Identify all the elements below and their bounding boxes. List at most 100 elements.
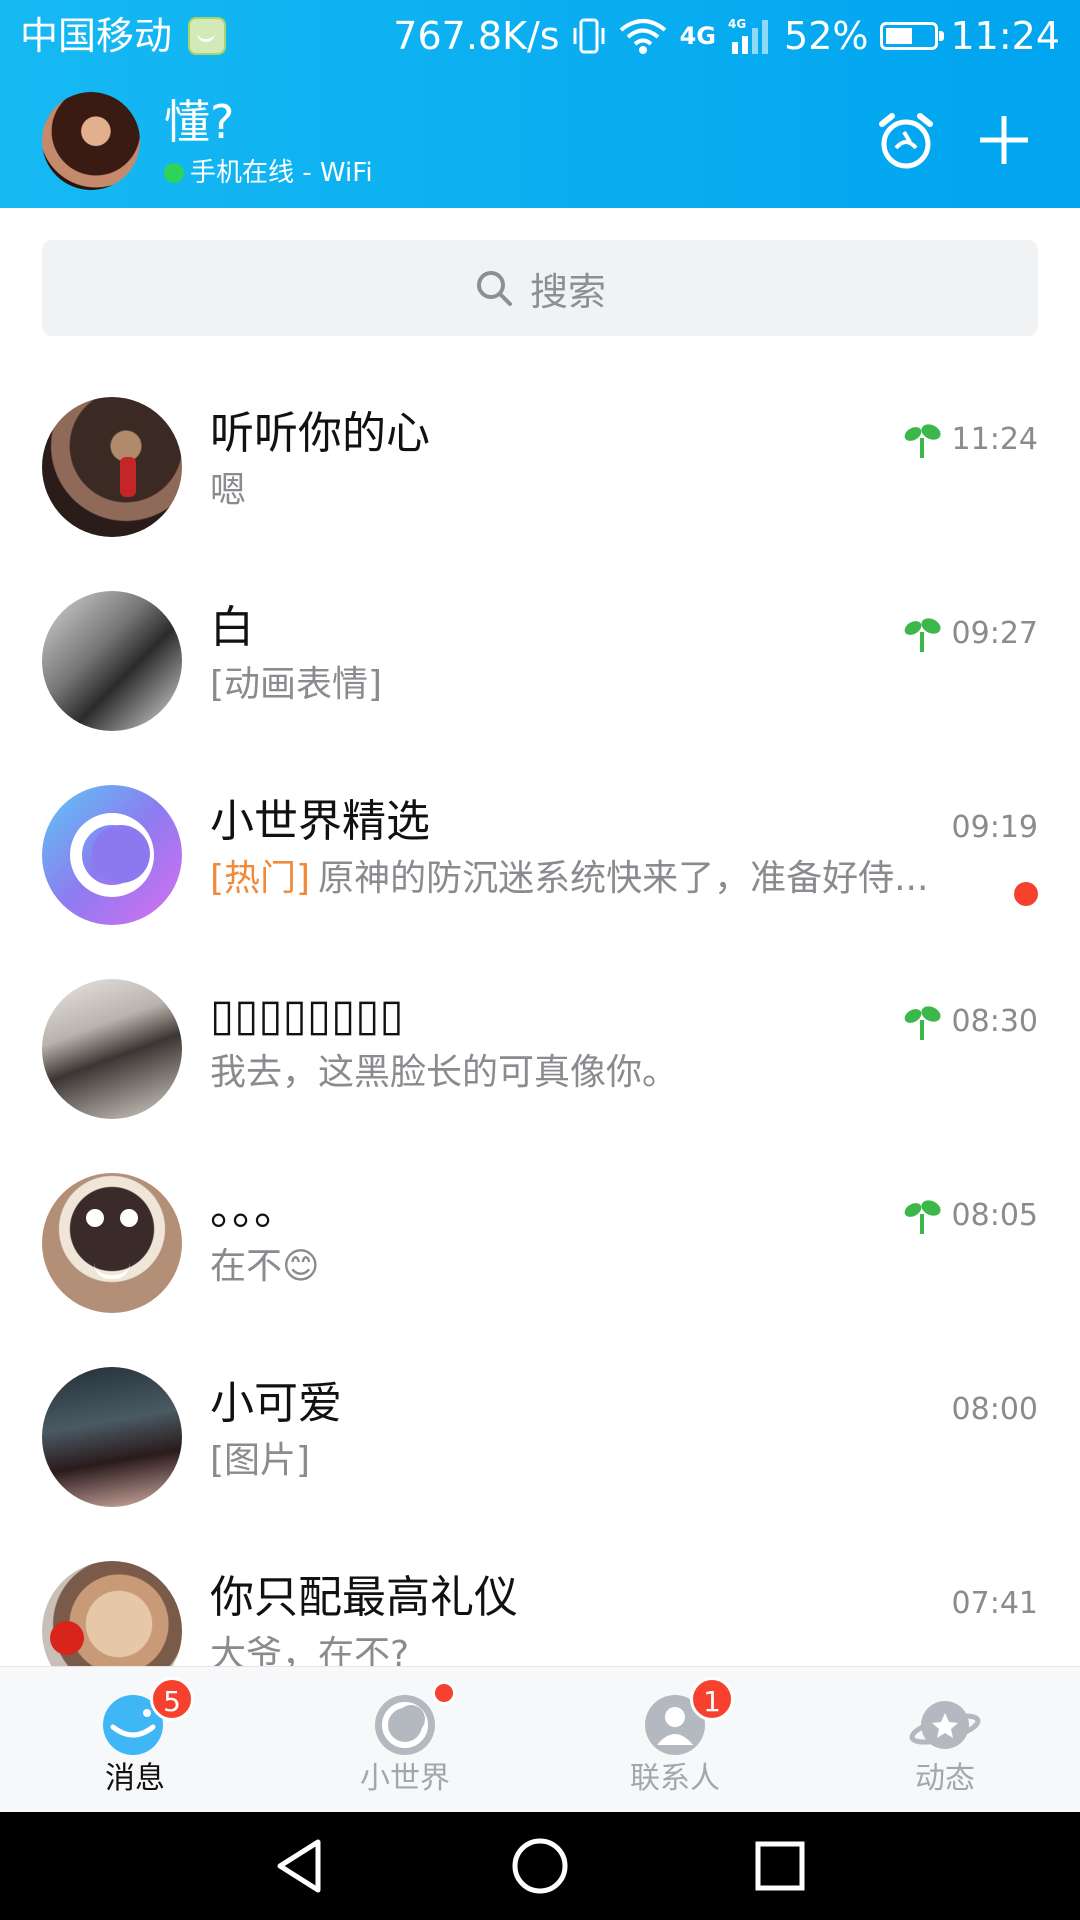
chat-name: ▯▯▯▯▯▯▯▯ — [210, 990, 404, 1041]
status-right: 767.8K/s 4G 4G 52% 11:24 — [393, 10, 1060, 62]
chat-name: 听听你的心 — [210, 408, 430, 459]
chat-time: 07:41 — [952, 1584, 1038, 1624]
feeds-planet-icon — [909, 1701, 981, 1749]
chat-time-text: 09:27 — [951, 616, 1038, 651]
sprout-icon — [904, 1006, 941, 1040]
chat-time: 08:30 — [902, 1002, 1038, 1042]
sprout-icon — [904, 424, 941, 458]
search-placeholder: 搜索 — [529, 269, 606, 314]
signal-icon: 4G — [728, 17, 769, 54]
chat-time-text: 11:24 — [951, 422, 1038, 457]
chat-avatar[interactable] — [42, 785, 182, 925]
chat-avatar[interactable] — [42, 591, 182, 731]
tab-feeds[interactable]: 动态 — [810, 1667, 1080, 1813]
search-icon — [476, 271, 512, 306]
hot-tag: [热门] — [210, 858, 311, 899]
chat-avatar[interactable] — [42, 1367, 182, 1507]
tab-messages[interactable]: 5 消息 — [0, 1667, 270, 1813]
chat-name: 白 — [210, 602, 254, 653]
chat-preview-text: 我去，这黑脸长的可真像你。 — [210, 1052, 679, 1093]
chat-avatar[interactable] — [42, 979, 182, 1119]
chat-time-text: 09:19 — [951, 810, 1038, 845]
chat-row[interactable]: ▯▯▯▯▯▯▯▯ 我去，这黑脸长的可真像你。 08:30 — [0, 952, 1080, 1146]
chat-time: 11:24 — [902, 420, 1038, 460]
tab-messages-label: 消息 — [105, 1761, 165, 1796]
bottom-tab-bar: 5 消息 小世界 1 联系人 动态 — [0, 1666, 1080, 1813]
chat-avatar[interactable] — [42, 1173, 182, 1313]
chat-list[interactable]: 听听你的心 嗯 11:24 白 [动画表情] 09:27 小世界精选 [热门] 原… — [0, 370, 1080, 1666]
recents-square-icon[interactable] — [750, 1836, 810, 1896]
chat-row[interactable]: 小可爱 [图片] 08:00 — [0, 1340, 1080, 1534]
unread-dot — [1014, 882, 1038, 906]
chat-preview: [图片] — [210, 1437, 970, 1485]
online-dot-icon — [164, 163, 184, 183]
messages-badge: 5 — [150, 1677, 194, 1721]
chat-row[interactable]: 白 [动画表情] 09:27 — [0, 564, 1080, 758]
chat-preview: [动画表情] — [210, 661, 970, 709]
chat-preview: 大爷，在不? — [210, 1631, 970, 1666]
chat-preview: [热门] 原神的防沉迷系统快来了，准备好侍... — [210, 855, 970, 903]
alarm-clock-button[interactable] — [874, 108, 938, 172]
network-type-2: 4G — [728, 17, 746, 31]
clock: 11:24 — [950, 14, 1060, 58]
carrier-label: 中国移动 — [20, 14, 173, 58]
search-bar[interactable]: 搜索 — [42, 240, 1038, 336]
chat-time: 09:19 — [952, 808, 1038, 848]
tab-little-world[interactable]: 小世界 — [270, 1667, 540, 1813]
status-left: 中国移动 — [20, 10, 227, 62]
system-navigation-bar — [0, 1812, 1080, 1920]
chat-row[interactable]: 你只配最高礼仪 大爷，在不? 07:41 — [0, 1534, 1080, 1666]
chat-row[interactable]: 。。。 在不😊 08:05 — [0, 1146, 1080, 1340]
chat-preview-text: [图片] — [210, 1440, 311, 1481]
chat-preview-text: 嗯 — [210, 470, 247, 511]
battery-percent: 52% — [784, 14, 869, 58]
chat-preview-text: 在不😊 — [210, 1246, 320, 1287]
sprout-icon — [904, 1200, 941, 1234]
network-speed: 767.8K/s — [393, 14, 560, 58]
chat-preview: 嗯 — [210, 467, 970, 515]
my-avatar[interactable] — [42, 92, 140, 190]
status-bar: 中国移动 767.8K/s 4G 4G 52% 11:24 — [0, 0, 1080, 72]
little-world-icon — [375, 1695, 435, 1755]
battery-icon — [880, 22, 945, 50]
chat-time-text: 08:05 — [951, 1198, 1038, 1233]
chat-time-text: 08:30 — [951, 1004, 1038, 1039]
sprout-icon — [904, 618, 941, 652]
add-plus-button[interactable] — [972, 108, 1036, 172]
chat-time: 08:00 — [952, 1390, 1038, 1430]
tab-feeds-label: 动态 — [915, 1761, 975, 1796]
chat-name: 小可爱 — [210, 1378, 342, 1429]
network-type-1: 4G — [679, 22, 717, 50]
contacts-badge: 1 — [690, 1677, 734, 1721]
logo-inner — [92, 825, 150, 883]
chat-name: 小世界精选 — [210, 796, 430, 847]
chat-preview: 在不😊 — [210, 1243, 970, 1291]
little-world-dot — [432, 1681, 456, 1705]
tab-contacts-label: 联系人 — [630, 1761, 720, 1796]
tab-contacts[interactable]: 1 联系人 — [540, 1667, 810, 1813]
vibrate-icon — [573, 18, 605, 54]
chat-avatar[interactable] — [42, 1561, 182, 1666]
chat-avatar[interactable] — [42, 397, 182, 537]
chat-row[interactable]: 小世界精选 [热门] 原神的防沉迷系统快来了，准备好侍... 09:19 — [0, 758, 1080, 952]
header: 懂? 手机在线 - WiFi — [0, 72, 1080, 208]
chat-name: 。。。 — [210, 1184, 298, 1235]
chat-preview-text: 原神的防沉迷系统快来了，准备好侍... — [318, 858, 929, 899]
tab-little-world-label: 小世界 — [360, 1761, 450, 1796]
chat-time: 08:05 — [902, 1196, 1038, 1236]
chat-time-text: 08:00 — [951, 1392, 1038, 1427]
chat-time-text: 07:41 — [951, 1586, 1038, 1621]
back-triangle-icon[interactable] — [270, 1836, 330, 1896]
shopping-bag-icon — [188, 17, 227, 55]
chat-preview-text: [动画表情] — [210, 664, 383, 705]
online-status[interactable]: 手机在线 - WiFi — [164, 156, 373, 190]
wifi-icon — [619, 19, 666, 54]
online-status-text: 手机在线 - WiFi — [190, 158, 373, 188]
chat-row[interactable]: 听听你的心 嗯 11:24 — [0, 370, 1080, 564]
my-nickname[interactable]: 懂? — [164, 94, 234, 150]
chat-preview-text: 大爷，在不? — [210, 1634, 410, 1666]
chat-name: 你只配最高礼仪 — [210, 1572, 518, 1623]
home-circle-icon[interactable] — [510, 1836, 570, 1896]
top-bar: 中国移动 767.8K/s 4G 4G 52% 11:24 懂? 手机在线 - … — [0, 0, 1080, 208]
chat-preview: 我去，这黑脸长的可真像你。 — [210, 1049, 970, 1097]
